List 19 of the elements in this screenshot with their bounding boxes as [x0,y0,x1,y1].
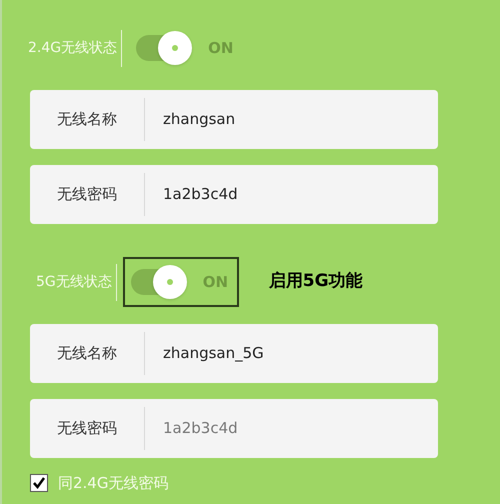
field-label: 无线密码 [30,173,145,216]
toggle-state: ON [202,272,228,293]
checkbox-label: 同2.4G无线密码 [58,473,168,494]
input-field[interactable]: 无线名称 zhangsan_5G [30,324,438,383]
input-field[interactable]: 无线名称 zhangsan [30,90,438,149]
field-value: 1a2b3c4d [163,418,238,440]
status-label: 5G无线状态 [2,264,117,300]
annotation-text: 启用5G功能 [268,270,363,294]
field-value: 1a2b3c4d [163,184,238,206]
field-value: zhangsan_5G [163,343,264,364]
field-label: 无线名称 [30,332,145,375]
checkbox[interactable] [30,474,48,492]
field-value: zhangsan [163,109,236,130]
field-label: 无线密码 [30,407,145,450]
input-field[interactable]: 无线密码 1a2b3c4d [30,165,438,224]
status-label: 2.4G无线状态 [2,30,122,66]
field-label: 无线名称 [30,98,145,141]
toggle-state: ON [208,38,234,59]
check-icon [32,476,46,490]
